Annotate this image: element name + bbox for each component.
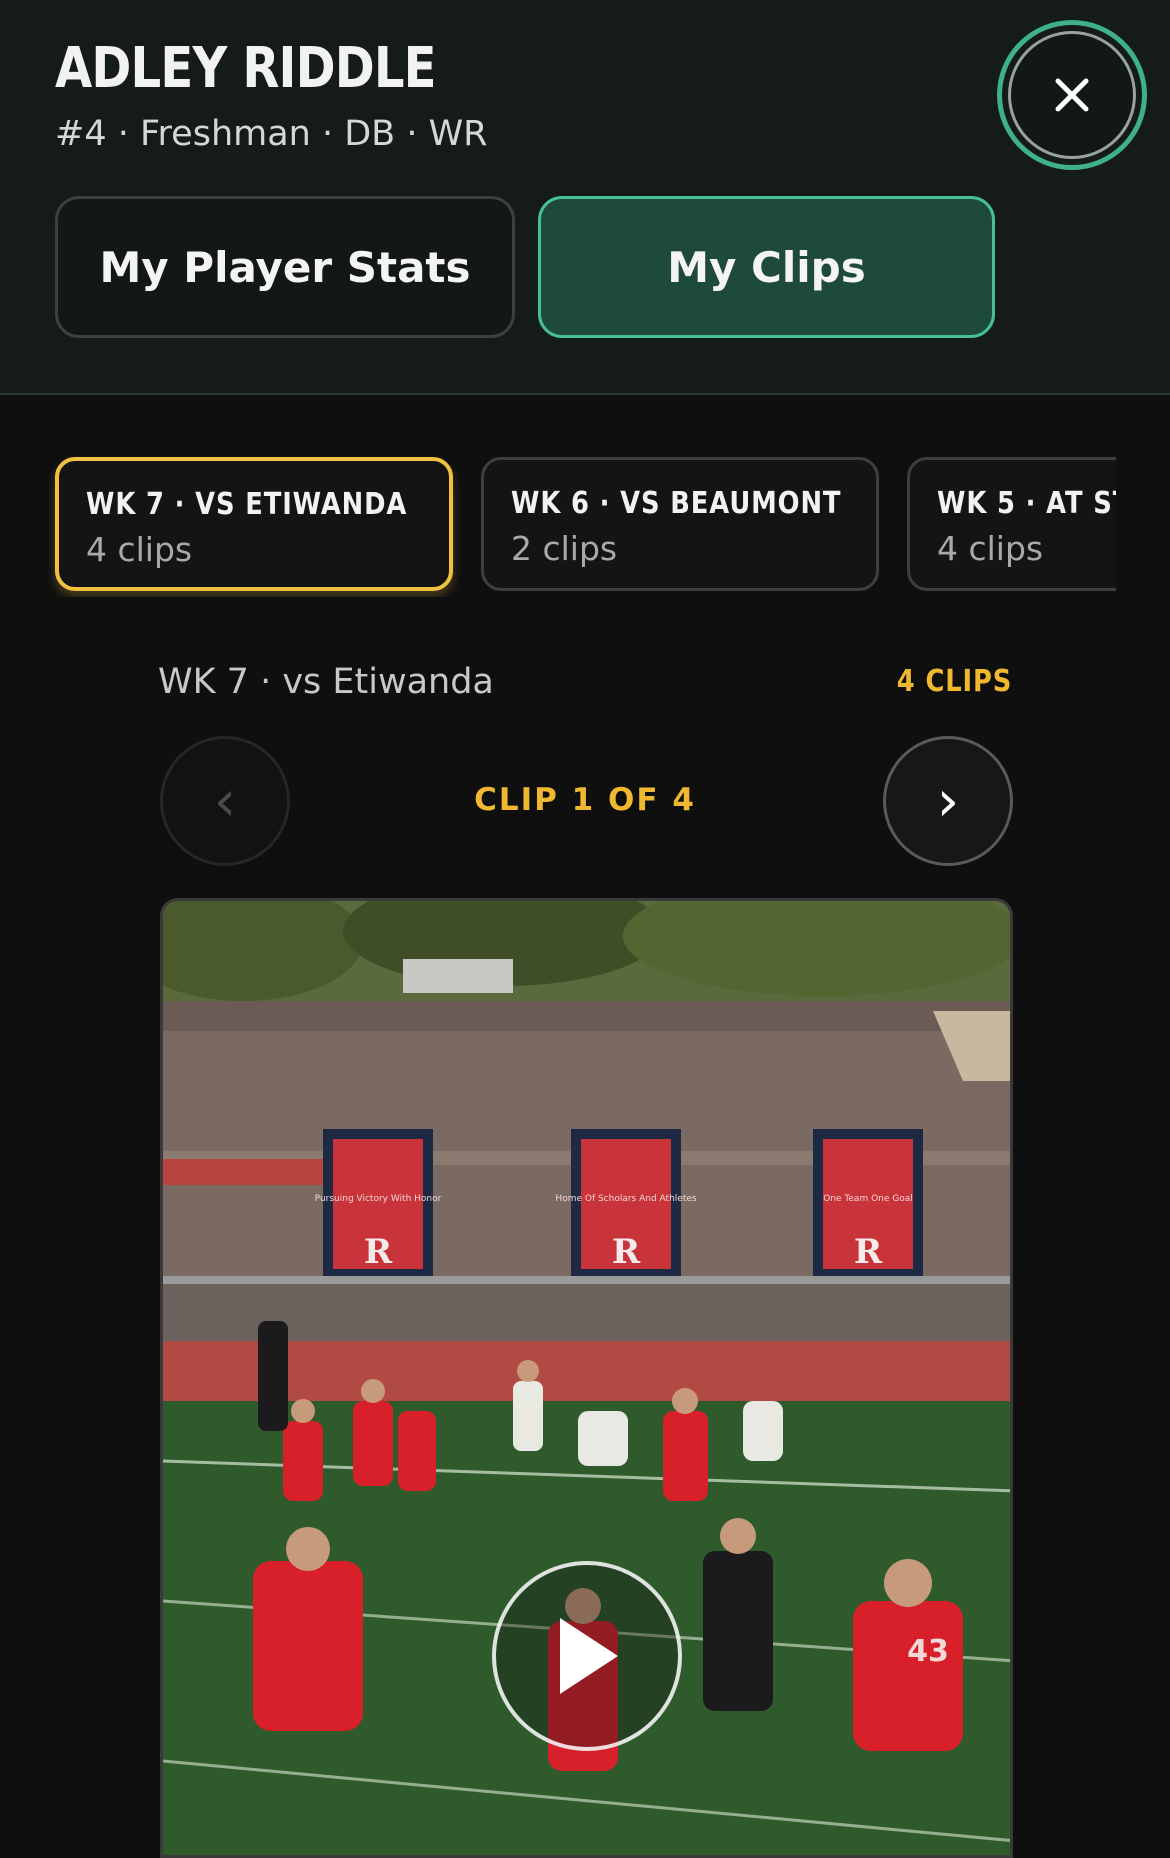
play-icon [560,1618,618,1694]
game-card-wk7[interactable]: WK 7 · VS ETIWANDA 4 clips [55,457,453,591]
game-selector[interactable]: WK 7 · VS ETIWANDA 4 clips WK 6 · VS BEA… [0,447,1116,597]
game-card-wk5[interactable]: WK 5 · AT ST. JOHN BOSCO 4 clips [907,457,1116,591]
player-meta: #4 · Freshman · DB · WR [55,114,488,154]
selected-game-title: WK 7 · vs Etiwanda [158,662,494,702]
previous-clip-button[interactable]: ‹ [160,736,290,866]
banner-text-3: One Team One Goal [823,1194,913,1204]
game-card-wk6[interactable]: WK 6 · VS BEAUMONT 2 clips [481,457,879,591]
game-card-count: 4 clips [86,530,193,569]
player-header: ADLEY RIDDLE #4 · Freshman · DB · WR My … [0,0,1170,395]
banner-text-2: Home Of Scholars And Athletes [555,1194,696,1204]
chevron-right-icon: › [936,768,960,834]
chevron-left-icon: ‹ [213,768,237,834]
banner-letter-2: R [612,1232,641,1272]
close-button-ring [997,20,1147,170]
selected-game-clip-count: 4 CLIPS [896,664,1012,699]
jersey-number: 43 [907,1634,949,1669]
tab-my-clips[interactable]: My Clips [538,196,995,338]
play-button[interactable] [492,1561,682,1751]
tab-my-player-stats[interactable]: My Player Stats [55,196,515,338]
banner-letter-1: R [364,1232,393,1272]
close-icon [1055,78,1089,112]
game-card-title: WK 6 · VS BEAUMONT [511,486,842,521]
clip-counter: CLIP 1 OF 4 [474,782,696,818]
game-card-title: WK 7 · VS ETIWANDA [86,487,408,522]
player-name: ADLEY RIDDLE [55,36,437,101]
game-card-count: 4 clips [937,529,1044,568]
close-button[interactable] [1008,31,1136,159]
game-card-count: 2 clips [511,529,618,568]
clip-video-player[interactable]: Pursuing Victory With Honor Home Of Scho… [160,898,1013,1858]
next-clip-button[interactable]: › [883,736,1013,866]
game-card-title: WK 5 · AT ST. JOHN BOSCO [937,486,1116,521]
banner-text-1: Pursuing Victory With Honor [315,1194,442,1204]
banner-letter-3: R [854,1232,883,1272]
